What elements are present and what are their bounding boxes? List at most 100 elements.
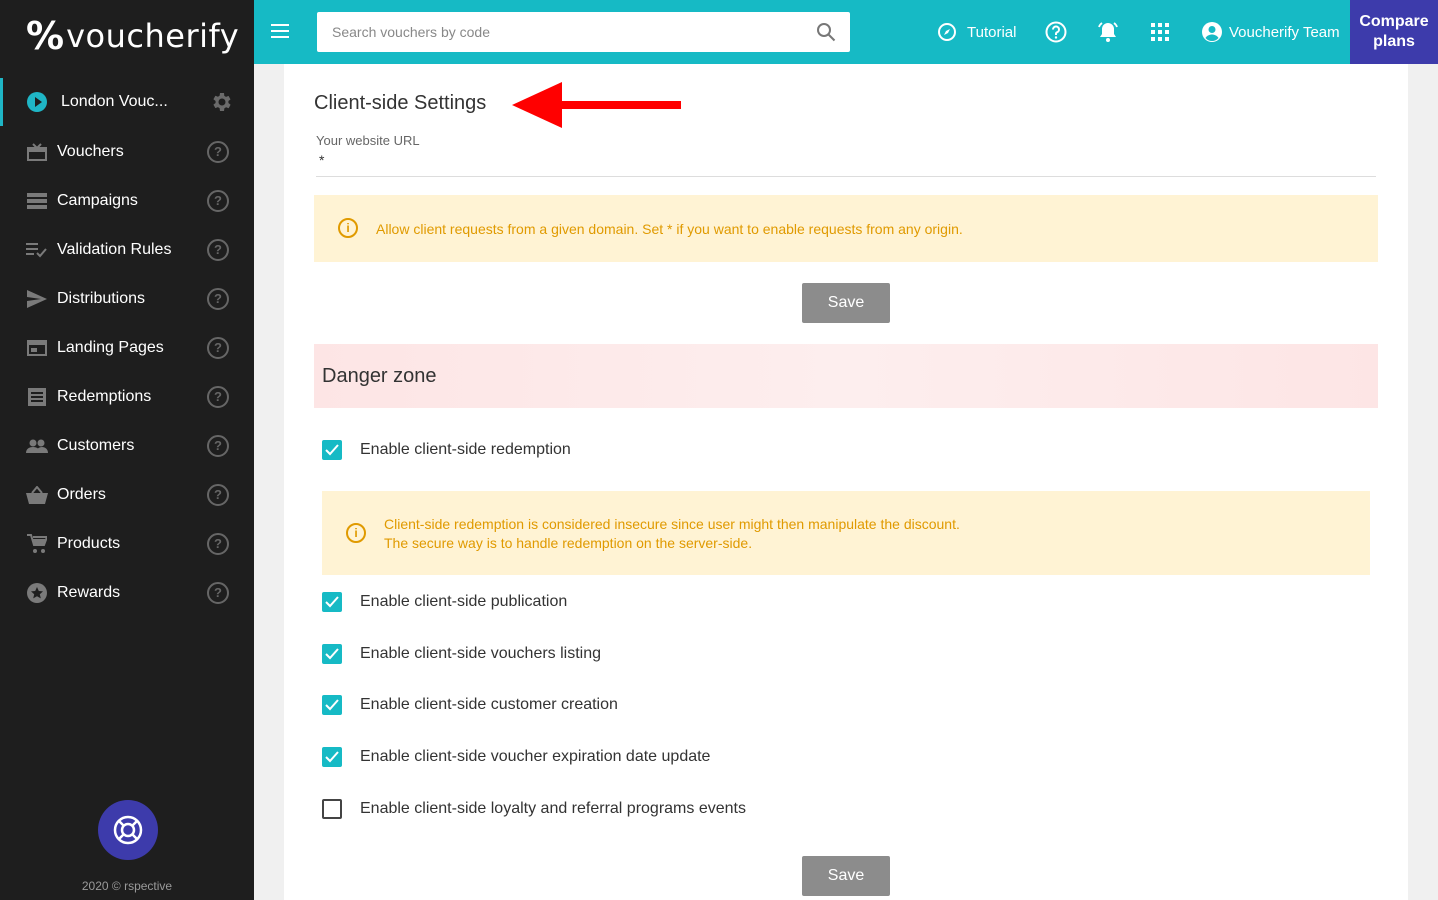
settings-panel xyxy=(284,64,1408,900)
top-bar: Tutorial Voucherify Team Compare plans xyxy=(254,0,1438,64)
tutorial-link[interactable]: Tutorial xyxy=(937,0,1016,64)
compare-plans-line1: Compare xyxy=(1359,13,1429,30)
project-play-icon xyxy=(27,92,47,112)
option-label: Enable client-side redemption xyxy=(360,441,571,458)
customers-icon xyxy=(26,435,48,457)
search-icon[interactable] xyxy=(816,22,836,42)
sidebar-item-label: Validation Rules xyxy=(57,240,172,258)
gear-icon[interactable] xyxy=(209,90,233,114)
menu-icon[interactable] xyxy=(271,24,289,40)
voucherify-logo[interactable]: % voucherify xyxy=(26,14,240,58)
logo-symbol: % xyxy=(26,14,64,58)
checkbox-checked[interactable] xyxy=(322,644,342,664)
origin-info-text: Allow client requests from a given domai… xyxy=(376,221,963,237)
danger-zone-save-button[interactable]: Save xyxy=(802,856,890,896)
user-name: Voucherify Team xyxy=(1229,23,1340,41)
landing-page-icon xyxy=(26,337,48,359)
tutorial-label: Tutorial xyxy=(967,23,1017,41)
help-icon[interactable]: ? xyxy=(207,336,229,359)
sidebar-item-products[interactable]: Products ? xyxy=(0,519,254,568)
sidebar-nav: Vouchers ? Campaigns ? Validation Rules … xyxy=(0,127,254,617)
voucher-icon xyxy=(26,141,48,163)
rules-icon xyxy=(26,239,48,261)
user-menu[interactable]: Voucherify Team xyxy=(1201,0,1340,64)
sidebar-item-label: Orders xyxy=(57,485,106,503)
sidebar-item-distributions[interactable]: Distributions ? xyxy=(0,274,254,323)
support-lifebuoy-button[interactable] xyxy=(98,800,158,860)
redemption-warning-line1: Client-side redemption is considered ins… xyxy=(384,516,960,532)
compare-plans-button[interactable]: Compare plans xyxy=(1350,0,1438,64)
search-box xyxy=(317,12,850,52)
sidebar-item-campaigns[interactable]: Campaigns ? xyxy=(0,176,254,225)
save-button[interactable]: Save xyxy=(802,283,890,323)
help-icon[interactable]: ? xyxy=(207,140,229,163)
compare-plans-line2: plans xyxy=(1373,33,1415,50)
option-label: Enable client-side vouchers listing xyxy=(360,645,602,662)
help-icon[interactable]: ? xyxy=(207,483,229,506)
help-icon[interactable]: ? xyxy=(207,532,229,555)
option-client-side-vouchers-listing[interactable]: Enable client-side vouchers listing xyxy=(322,643,601,665)
logo-wordmark: voucherify xyxy=(66,17,240,55)
sidebar-item-label: Campaigns xyxy=(57,191,138,209)
sidebar-item-orders[interactable]: Orders ? xyxy=(0,470,254,519)
red-arrow-annotation xyxy=(512,82,681,128)
basket-icon xyxy=(26,484,48,506)
project-selector[interactable]: London Vouc... xyxy=(0,78,254,126)
sidebar-item-label: Landing Pages xyxy=(57,338,164,356)
website-url-underline xyxy=(316,176,1376,177)
help-icon[interactable]: ? xyxy=(207,238,229,261)
sidebar-item-redemptions[interactable]: Redemptions ? xyxy=(0,372,254,421)
help-icon[interactable]: ? xyxy=(207,581,229,604)
info-icon: i xyxy=(346,523,366,543)
campaigns-icon xyxy=(26,190,48,212)
star-icon xyxy=(26,582,48,604)
redemption-warning-box: i Client-side redemption is considered i… xyxy=(322,491,1370,575)
sidebar-item-validation-rules[interactable]: Validation Rules ? xyxy=(0,225,254,274)
checkbox-checked[interactable] xyxy=(322,695,342,715)
redemptions-icon xyxy=(26,386,48,408)
website-url-input[interactable]: * xyxy=(319,152,324,168)
search-input[interactable] xyxy=(317,12,797,52)
cart-icon xyxy=(26,533,48,555)
question-circle-icon xyxy=(1045,21,1067,43)
bell-icon xyxy=(1098,22,1118,42)
checkbox-checked[interactable] xyxy=(322,440,342,460)
option-client-side-customer-creation[interactable]: Enable client-side customer creation xyxy=(322,694,618,716)
help-icon[interactable]: ? xyxy=(207,385,229,408)
sidebar-item-label: Customers xyxy=(57,436,135,454)
checkbox-unchecked[interactable] xyxy=(322,799,342,819)
sidebar-item-customers[interactable]: Customers ? xyxy=(0,421,254,470)
danger-zone-title: Danger zone xyxy=(322,365,437,387)
sidebar-item-vouchers[interactable]: Vouchers ? xyxy=(0,127,254,176)
checkbox-checked[interactable] xyxy=(322,592,342,612)
grid-icon xyxy=(1151,23,1169,41)
option-client-side-loyalty-events[interactable]: Enable client-side loyalty and referral … xyxy=(322,798,746,820)
option-client-side-expiration-update[interactable]: Enable client-side voucher expiration da… xyxy=(322,746,710,768)
help-icon[interactable]: ? xyxy=(207,434,229,457)
sidebar-item-rewards[interactable]: Rewards ? xyxy=(0,568,254,617)
help-icon[interactable]: ? xyxy=(207,287,229,310)
option-label: Enable client-side publication xyxy=(360,593,568,610)
help-icon[interactable]: ? xyxy=(207,189,229,212)
client-settings-title: Client-side Settings xyxy=(314,92,487,114)
sidebar-item-label: Vouchers xyxy=(57,142,124,160)
info-icon: i xyxy=(338,218,358,238)
option-client-side-redemption[interactable]: Enable client-side redemption xyxy=(322,439,571,461)
send-icon xyxy=(26,288,48,310)
option-client-side-publication[interactable]: Enable client-side publication xyxy=(322,591,567,613)
danger-zone-header: Danger zone xyxy=(314,344,1378,408)
sidebar: % voucherify London Vouc... Vouchers ? C… xyxy=(0,0,254,900)
checkbox-checked[interactable] xyxy=(322,747,342,767)
project-name: London Vouc... xyxy=(61,93,168,110)
option-label: Enable client-side customer creation xyxy=(360,696,618,713)
notifications-button[interactable] xyxy=(1097,0,1119,64)
sidebar-item-landing-pages[interactable]: Landing Pages ? xyxy=(0,323,254,372)
help-button[interactable] xyxy=(1045,0,1067,64)
website-url-label: Your website URL xyxy=(316,133,420,148)
option-label: Enable client-side voucher expiration da… xyxy=(360,748,711,765)
apps-button[interactable] xyxy=(1151,0,1169,64)
origin-info-box: i Allow client requests from a given dom… xyxy=(314,195,1378,262)
sidebar-item-label: Rewards xyxy=(57,583,121,601)
copyright-text: 2020 © rspective xyxy=(81,879,173,893)
sidebar-item-label: Distributions xyxy=(57,289,146,307)
